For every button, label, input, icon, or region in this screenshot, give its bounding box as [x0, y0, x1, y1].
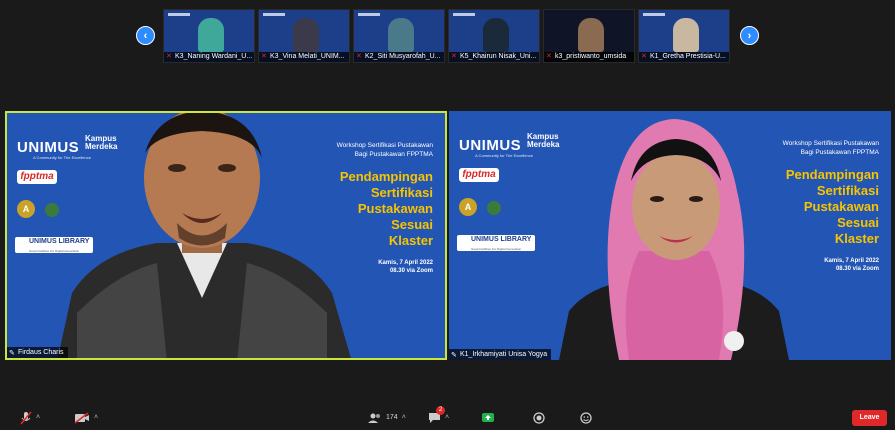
- participant-thumbnail[interactable]: ✕ K2_Siti Musyarofah_U...: [353, 9, 445, 63]
- microphone-muted-icon: ✕: [641, 53, 647, 60]
- mute-button[interactable]: ˄: [20, 409, 40, 427]
- fpptma-logo: fpptma: [459, 168, 499, 182]
- thumbnail-name-label: ✕ K5_Khairun Nisak_Uni...: [449, 52, 539, 62]
- chevron-up-icon[interactable]: ˄: [94, 409, 98, 427]
- microphone-muted-icon: ✕: [546, 53, 552, 60]
- share-screen-button[interactable]: [481, 409, 495, 427]
- unimus-library-logo: UNIMUS LIBRARY Great Facilities For Digi…: [457, 235, 535, 251]
- event-date: Kamis, 7 April 2022 08.30 via Zoom: [824, 258, 879, 272]
- participants-count: 174: [386, 414, 398, 421]
- library-name: UNIMUS LIBRARY: [471, 236, 532, 243]
- participant-thumbnail[interactable]: ✕ K3_Vina Melati_UNIM...: [258, 9, 350, 63]
- microphone-muted-icon: [20, 411, 32, 425]
- thumbnail-name-label: ✕ K2_Siti Musyarofah_U...: [354, 52, 444, 62]
- participant-face: [388, 18, 414, 52]
- participant-thumbnail[interactable]: ✕ K5_Khairun Nisak_Uni...: [448, 9, 540, 63]
- slide-mini-logo: [263, 13, 285, 16]
- thumbnail-name-label: ✕ K3_Naning Wardani_U...: [164, 52, 254, 62]
- thumbnail-name-label: ✕ K3_Vina Melati_UNIM...: [259, 52, 349, 62]
- meeting-toolbar: ˄ ˄ 174 ˄ 2 ˄ Leave: [0, 405, 895, 430]
- accreditation-badge-icon: A: [459, 198, 477, 216]
- unimus-logo: UNIMUS: [459, 137, 522, 154]
- partner-seal-icon: [487, 201, 501, 215]
- slide-mini-logo: [168, 13, 190, 16]
- chat-button[interactable]: 2 ˄: [428, 406, 449, 427]
- chevron-up-icon[interactable]: ˄: [36, 409, 40, 427]
- participant-video-firdaus: [57, 113, 351, 358]
- chevron-up-icon[interactable]: ˄: [402, 409, 406, 427]
- video-tile-active-speaker[interactable]: UNIMUS A Community for The Excellence Ka…: [5, 111, 447, 360]
- slide-mini-logo: [358, 13, 380, 16]
- slide-main-title: Pendampingan Sertifikasi Pustakawan Sesu…: [785, 167, 879, 246]
- microphone-muted-icon: ✕: [451, 53, 457, 60]
- slide-mini-logo: [643, 13, 665, 16]
- participant-thumbnail[interactable]: ✕ K1_Gretha Prestisia-U...: [638, 9, 730, 63]
- pin-icon: ✎: [451, 352, 457, 359]
- video-tile-participant[interactable]: UNIMUS A Community for The Excellence Ka…: [449, 111, 891, 360]
- microphone-muted-icon: ✕: [356, 53, 362, 60]
- previous-page-button[interactable]: ‹: [136, 26, 155, 45]
- thumbnail-name-label: ✕ K1_Gretha Prestisia-U...: [639, 52, 729, 62]
- participant-face: [198, 18, 224, 52]
- microphone-muted-icon: ✕: [166, 53, 172, 60]
- reactions-button[interactable]: [580, 409, 592, 427]
- next-page-button[interactable]: ›: [740, 26, 759, 45]
- record-icon: [533, 412, 545, 424]
- participant-face: [483, 18, 509, 52]
- microphone-muted-icon: ✕: [261, 53, 267, 60]
- participants-icon: [368, 413, 380, 423]
- kampus-merdeka-logo: Kampus Merdeka: [527, 132, 560, 149]
- accreditation-badge-icon: A: [17, 200, 35, 218]
- workshop-title: Workshop Sertifikasi Pustakawan Bagi Pus…: [782, 140, 879, 156]
- chat-unread-badge: 2: [436, 406, 445, 415]
- thumbnail-strip: ‹ ✕ K3_Naning Wardani_U... ✕ K3_Vina Melati…: [0, 9, 895, 65]
- chevron-up-icon[interactable]: ˄: [445, 409, 449, 427]
- stop-video-button[interactable]: ˄: [74, 409, 98, 427]
- participant-face: [293, 18, 319, 52]
- record-button[interactable]: [533, 409, 545, 427]
- event-date: Kamis, 7 April 2022 08.30 via Zoom: [378, 260, 433, 274]
- slide-mini-logo: [453, 13, 475, 16]
- pin-icon: ✎: [9, 350, 15, 357]
- participant-face: [578, 18, 604, 52]
- participant-name-tag: ✎ Firdaus Charis: [7, 347, 68, 358]
- leave-button[interactable]: Leave: [852, 410, 887, 426]
- unimus-tagline: A Community for The Excellence: [475, 153, 533, 158]
- participant-thumbnail[interactable]: ✕ k3_pristiwanto_umsida: [543, 9, 635, 63]
- participant-face: [673, 18, 699, 52]
- reactions-icon: [580, 412, 592, 424]
- participant-name-tag: ✎ K1_Irkhamiyati Unisa Yogya: [449, 349, 552, 360]
- zoom-meeting-window: ‹ ✕ K3_Naning Wardani_U... ✕ K3_Vina Melati…: [0, 0, 895, 430]
- participant-video-irkhamiyati: [559, 119, 789, 360]
- share-screen-icon: [482, 413, 494, 422]
- video-off-icon: [74, 412, 89, 424]
- participants-button[interactable]: 174 ˄: [368, 409, 406, 427]
- participant-thumbnail[interactable]: ✕ K3_Naning Wardani_U...: [163, 9, 255, 63]
- thumbnail-name-label: ✕ k3_pristiwanto_umsida: [544, 52, 634, 62]
- library-tagline: Great Facilities For Digital Generation: [471, 247, 522, 251]
